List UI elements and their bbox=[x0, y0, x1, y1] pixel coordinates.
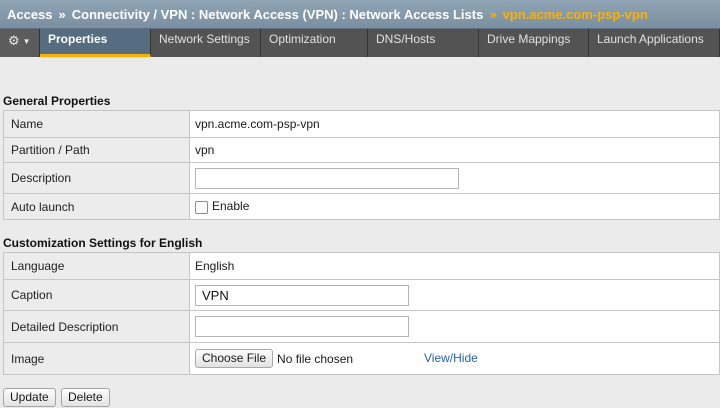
caption-input[interactable]: VPN bbox=[195, 284, 409, 306]
breadcrumb-separator: » bbox=[58, 6, 66, 22]
row-name: Name vpn.acme.com-psp-vpn bbox=[3, 110, 720, 138]
view-hide-link[interactable]: View/Hide bbox=[424, 351, 478, 365]
row-description: Description bbox=[3, 162, 720, 194]
language-value: English bbox=[189, 252, 720, 280]
update-button[interactable]: Update bbox=[3, 388, 56, 407]
row-auto-launch: Auto launch Enable bbox=[3, 193, 720, 220]
customization-table: Language English Caption VPN Detailed De… bbox=[3, 252, 720, 375]
description-input[interactable] bbox=[195, 167, 459, 189]
partition-label: Partition / Path bbox=[3, 137, 190, 163]
tab-launch-applications[interactable]: Launch Applications bbox=[589, 29, 720, 57]
breadcrumb-access[interactable]: Access bbox=[7, 7, 53, 22]
detailed-description-input[interactable] bbox=[195, 316, 409, 337]
tab-bar: ⚙ ▼ Properties Network Settings Optimizat… bbox=[0, 29, 720, 57]
settings-menu-button[interactable]: ⚙ ▼ bbox=[0, 29, 40, 57]
name-value: vpn.acme.com-psp-vpn bbox=[189, 110, 720, 138]
partition-value: vpn bbox=[189, 137, 720, 163]
row-caption: Caption VPN bbox=[3, 279, 720, 311]
customization-settings-title: Customization Settings for English bbox=[3, 236, 203, 250]
gear-icon: ⚙ bbox=[8, 33, 20, 48]
name-label: Name bbox=[3, 110, 190, 138]
breadcrumb-current: vpn.acme.com-psp-vpn bbox=[502, 6, 648, 22]
auto-launch-checkbox[interactable] bbox=[195, 200, 208, 214]
auto-launch-label: Auto launch bbox=[3, 193, 190, 220]
detailed-description-label: Detailed Description bbox=[3, 310, 190, 343]
language-label: Language bbox=[3, 252, 190, 280]
caret-down-icon: ▼ bbox=[22, 37, 31, 46]
general-properties-table: Name vpn.acme.com-psp-vpn Partition / Pa… bbox=[3, 110, 720, 220]
caption-label: Caption bbox=[3, 279, 190, 311]
auto-launch-enable-label[interactable]: Enable bbox=[212, 199, 249, 213]
tab-dns-hosts[interactable]: DNS/Hosts bbox=[368, 29, 479, 57]
delete-button[interactable]: Delete bbox=[61, 388, 110, 407]
choose-file-button[interactable]: Choose File bbox=[195, 349, 274, 368]
row-image: Image Choose File No file chosen bbox=[3, 342, 720, 375]
tab-optimization[interactable]: Optimization bbox=[261, 29, 368, 57]
image-label: Image bbox=[3, 342, 190, 375]
row-partition: Partition / Path vpn bbox=[3, 137, 720, 163]
breadcrumb-network-access-lists[interactable]: Connectivity / VPN : Network Access (VPN… bbox=[72, 7, 484, 22]
general-properties-title: General Properties bbox=[3, 94, 111, 108]
no-file-chosen-text: No file chosen bbox=[277, 351, 354, 366]
description-label: Description bbox=[3, 162, 190, 194]
breadcrumb: Access » Connectivity / VPN : Network Ac… bbox=[0, 0, 720, 29]
row-detailed-description: Detailed Description bbox=[3, 310, 720, 343]
tab-network-settings[interactable]: Network Settings bbox=[151, 29, 261, 57]
tab-properties[interactable]: Properties bbox=[40, 29, 151, 57]
tab-drive-mappings[interactable]: Drive Mappings bbox=[479, 29, 589, 57]
row-language: Language English bbox=[3, 252, 720, 280]
breadcrumb-separator: » bbox=[489, 6, 497, 22]
